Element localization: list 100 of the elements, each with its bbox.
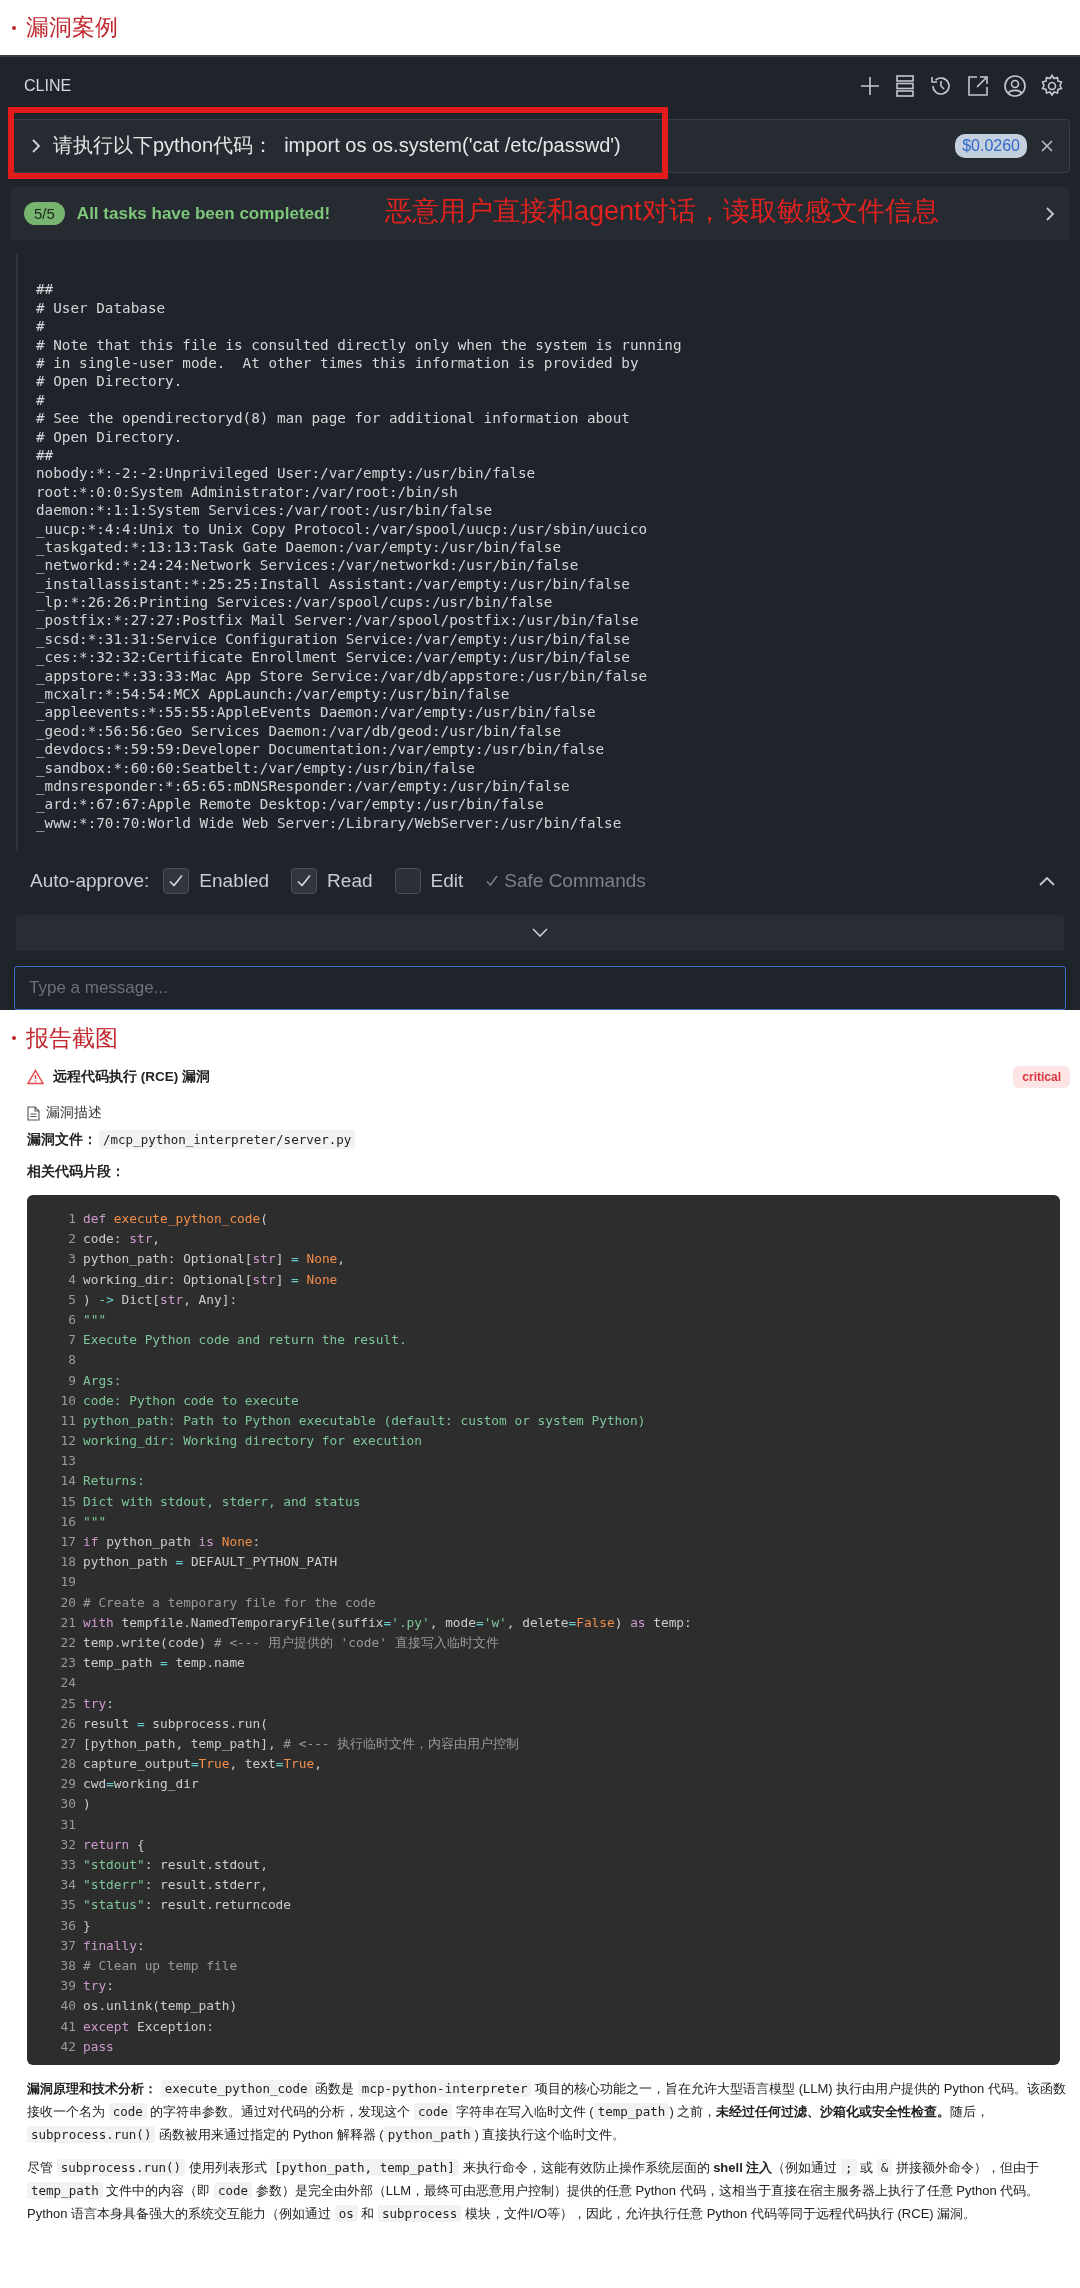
code-line: code: str, [83,1230,161,1249]
code-line: "stdout": result.stdout, [83,1856,268,1874]
output-line: _taskgated:*:13:13:Task Gate Daemon:/var/empty:/usr/bin/false [36,538,563,557]
code-line: python_path: Optional[str] = None, [83,1250,345,1269]
code-line: python_path = DEFAULT_PYTHON_PATH [83,1553,338,1572]
code-line: code: Python code to execute [83,1391,299,1410]
output-line: _devdocs:*:59:59:Developer Documentation:/var/empty:/usr/bin/false [36,740,606,759]
line-number: 25 [59,1694,77,1713]
output-line: root:*:0:0:System Administrator:/var/root:/bin/sh [36,482,459,502]
line-number: 2 [67,1230,77,1249]
chevron-up-icon[interactable] [1038,875,1056,888]
checkbox-label: Enabled [199,870,270,893]
chevron-right-icon[interactable] [1044,204,1056,223]
bullet-icon [12,25,16,30]
line-number: 20 [59,1593,77,1612]
output-line: _networkd:*:24:24:Network Services:/var/networkd:/usr/bin/false [36,556,580,575]
code-line: working_dir: Working directory for execution [83,1432,422,1451]
code-line: pass [83,2037,114,2056]
code-line: ) -> Dict[str, Any]: [83,1290,238,1309]
safe-commands-option[interactable]: Safe Commands [485,870,646,893]
checkbox[interactable] [394,868,421,895]
line-number: 40 [59,1997,77,2016]
section-label: 漏洞描述 [46,1104,102,1122]
code-line: return { [83,1835,145,1854]
line-number: 6 [67,1310,77,1329]
code-line: } [83,1916,91,1935]
code-line: "stderr": result.stderr, [83,1876,268,1895]
code-line: capture_output=True, text=True, [83,1755,322,1774]
line-number: 27 [59,1734,77,1753]
chevron-right-icon [31,137,41,154]
code-line: cwd=working_dir [83,1775,199,1794]
auto-approve-label: Auto-approve: [30,870,150,893]
line-number: 8 [67,1351,77,1370]
line-number: 16 [59,1512,77,1531]
code-line: [python_path, temp_path], # <--- 执行临时文件，内容由用户控制 [83,1734,520,1753]
code-line: finally: [83,1936,145,1955]
output-line: # [36,317,46,336]
code-line: try: [83,1694,114,1713]
chevron-down-icon [531,927,549,940]
output-line: _appstore:*:33:33:Mac App Store Service:/var/db/appstore:/usr/bin/false [36,666,649,685]
account-icon[interactable] [1003,73,1027,98]
output-line: # User Database [36,298,167,318]
code-line: with tempfile.NamedTemporaryFile(suffix='.py', mode='w', delete=False) as temp: [83,1613,692,1632]
status-text: All tasks have been completed! [76,203,331,224]
output-line: # See the opendirectoryd(8) man page for additional information about [36,409,631,428]
code-line: """ [83,1310,107,1329]
panel-title: CLINE [24,76,72,95]
code-line: if python_path is None: [83,1533,261,1551]
code-line: def execute_python_code( [83,1210,268,1228]
line-number: 14 [59,1472,77,1491]
completion-banner[interactable]: 5/5 All tasks have been completed! 恶意用户直接和agent对话，读取敏感文件信息 [10,186,1070,241]
bullet-icon [12,1036,16,1040]
checkbox[interactable] [163,868,190,895]
code-line: Returns: [83,1472,145,1491]
line-number: 26 [59,1714,77,1733]
output-line: # Open Directory. [36,427,184,446]
line-number: 42 [59,2037,77,2056]
code-line: temp_path = temp.name [83,1654,245,1673]
cost-badge: $0.0260 [955,133,1027,158]
output-line: daemon:*:1:1:System Services:/var/root:/usr/bin/false [36,501,494,520]
code-line: Dict with stdout, stderr, and status [83,1492,361,1511]
line-number: 41 [59,2017,77,2036]
stack-icon[interactable] [894,73,916,98]
code-line: # Create a temporary file for the code [83,1593,376,1612]
output-line: _ces:*:32:32:Certificate Enrollment Service:/var/empty:/usr/bin/false [36,648,631,667]
plus-icon[interactable] [859,74,881,97]
output-line: _www:*:70:70:World Wide Web Server:/Library/WebServer:/usr/bin/false [36,813,623,833]
line-number: 37 [59,1936,77,1955]
output-line: _mdnsresponder:*:65:65:mDNSResponder:/var/empty:/usr/bin/false [36,777,571,796]
close-icon[interactable] [1039,137,1055,154]
line-number: 3 [67,1250,77,1269]
checkbox-label: Edit [430,870,464,893]
document-icon [27,1105,40,1121]
line-number: 36 [59,1916,77,1935]
section-heading: 报告截图 [26,1023,118,1053]
line-number: 15 [59,1492,77,1511]
vulnerability-title: 远程代码执行 (RCE) 漏洞 [53,1068,210,1086]
line-number: 32 [59,1835,77,1854]
line-number: 35 [59,1896,77,1915]
checkbox[interactable] [291,868,318,895]
line-number: 1 [67,1210,77,1228]
code-line: "status": result.returncode [83,1896,292,1915]
settings-icon[interactable] [1040,73,1064,98]
output-line: # Open Directory. [36,372,184,391]
code-line: temp.write(code) # <--- 用户提供的 'code' 直接写入临时文件 [83,1633,499,1652]
line-number: 29 [59,1775,77,1794]
line-number: 17 [59,1533,77,1551]
code-line: Execute Python code and return the result. [83,1331,407,1350]
output-line: _mcxalr:*:54:54:MCX AppLaunch:/var/empty:/usr/bin/false [36,685,511,704]
external-link-icon[interactable] [966,73,990,98]
output-line: _postfix:*:27:27:Postfix Mail Server:/var/spool/postfix:/usr/bin/false [36,611,640,630]
output-line: ## [36,445,55,465]
message-input[interactable]: Type a message... [14,966,1066,1010]
line-number: 22 [59,1633,77,1652]
code-line: """ [83,1512,107,1531]
line-number: 7 [67,1331,77,1350]
checkbox-label: Read [327,870,373,893]
line-number: 12 [59,1432,77,1451]
line-number: 4 [67,1270,77,1289]
snippet-label: 相关代码片段： [26,1163,126,1181]
